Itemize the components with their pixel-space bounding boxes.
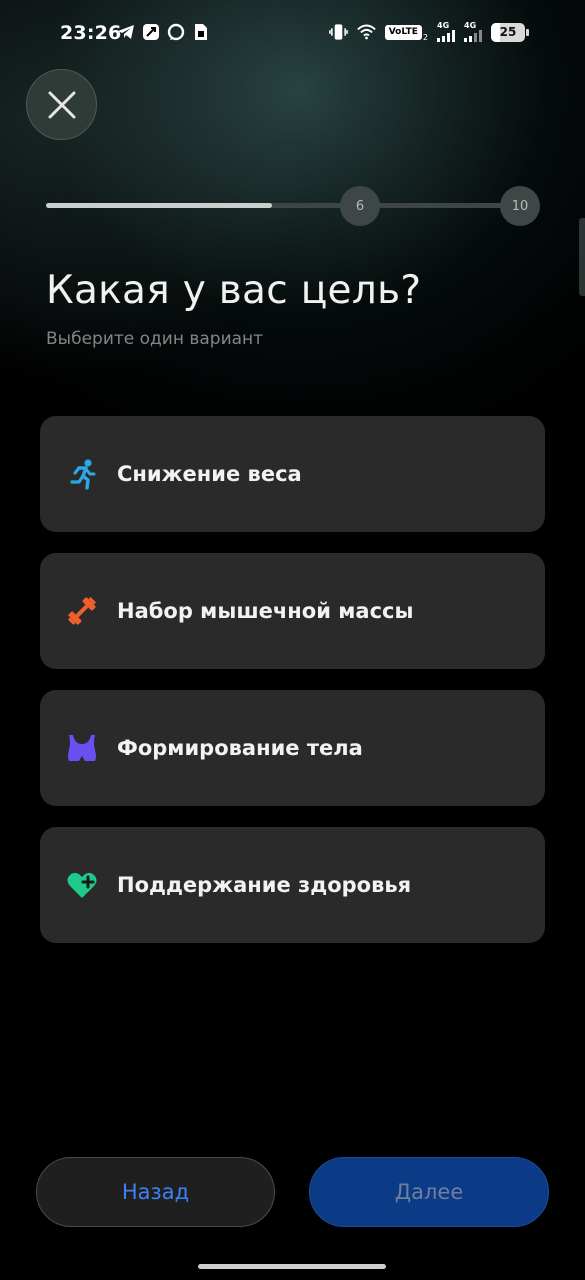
option-label: Снижение веса [117,462,302,486]
page-title: Какая у вас цель? [46,268,422,313]
option-muscle-gain[interactable]: Набор мышечной массы [40,553,545,669]
chat-bubble-icon [166,22,185,41]
step-progress: 6 10 [46,186,540,226]
running-person-icon [66,458,98,490]
sim-card-icon [191,22,210,41]
wifi-icon [356,23,376,42]
progress-fill [46,203,272,208]
current-step-marker: 6 [340,186,380,226]
battery-percent: 25 [499,25,517,39]
close-button[interactable] [26,69,97,140]
signal-strength-1: 4G [437,22,455,42]
app-notification-icon [141,22,160,41]
body-shape-icon [66,732,98,764]
battery-level-fill [491,22,500,42]
option-label: Поддержание здоровья [117,873,412,897]
back-button[interactable]: Назад [36,1157,275,1227]
total-steps-marker: 10 [500,186,540,226]
volte-badge: VoLTE [384,24,422,40]
battery-indicator: 25 [491,22,529,42]
goal-options-list: Снижение веса Набор мышечной массы Форми… [40,416,545,964]
signal-bars-icon [464,30,482,42]
home-indicator[interactable] [198,1264,386,1269]
option-label: Формирование тела [117,736,363,760]
signal-bars-icon [437,30,455,42]
option-body-shaping[interactable]: Формирование тела [40,690,545,806]
vibrate-icon [328,23,348,42]
dumbbell-icon [66,595,98,627]
status-bar: 23:26 VoLTE 2 4G 4G 25 [0,0,585,70]
heart-plus-icon [66,869,98,901]
next-button[interactable]: Далее [309,1157,549,1227]
close-icon [48,91,75,118]
scroll-indicator [579,218,585,296]
sim-index: 2 [422,32,428,42]
page-subtitle: Выберите один вариант [46,329,264,349]
telegram-icon [116,22,135,41]
status-time: 23:26 [60,22,122,44]
option-weight-loss[interactable]: Снижение веса [40,416,545,532]
option-health-maintenance[interactable]: Поддержание здоровья [40,827,545,943]
signal-strength-2: 4G [464,22,482,42]
option-label: Набор мышечной массы [117,599,414,623]
